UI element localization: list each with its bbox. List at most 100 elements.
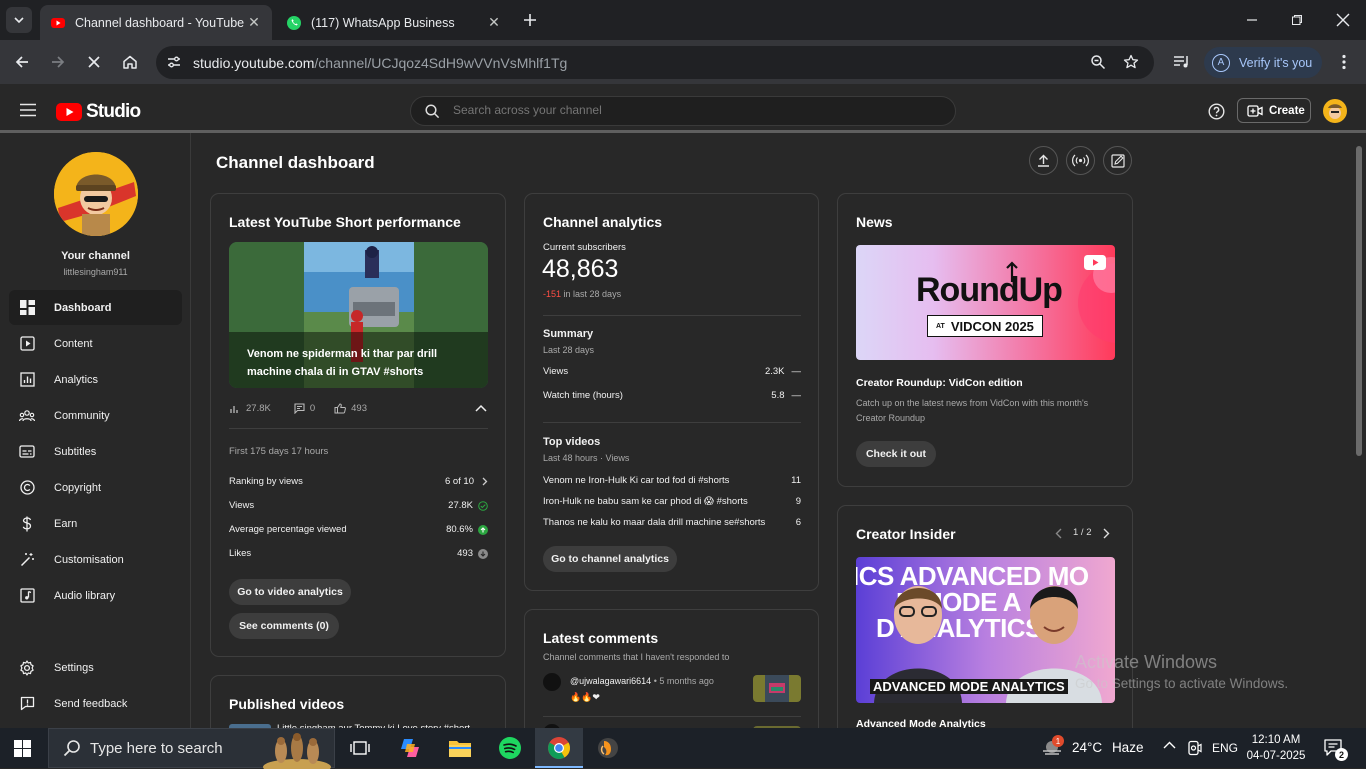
restore-icon <box>1292 15 1302 25</box>
comments-subtitle: Channel comments that I haven't responde… <box>543 652 730 662</box>
comment-video-thumbnail[interactable] <box>753 675 801 702</box>
sidebar-item-dashboard[interactable]: Dashboard <box>9 290 182 325</box>
sidebar-item-label: Customisation <box>54 553 124 566</box>
restore-window-button[interactable] <box>1287 10 1307 30</box>
spotify-button[interactable] <box>496 734 524 762</box>
check-it-out-button[interactable]: Check it out <box>856 441 936 467</box>
home-button[interactable] <box>120 52 140 72</box>
more-vertical-icon <box>1342 54 1346 70</box>
media-controls-button[interactable] <box>1172 52 1192 72</box>
help-button[interactable] <box>1208 103 1225 120</box>
chevron-right-icon[interactable] <box>482 477 488 486</box>
summary-period: Last 28 days <box>543 345 595 355</box>
like-icon <box>334 403 347 414</box>
weather-text[interactable]: 24°C Haze <box>1072 740 1143 755</box>
news-banner-event: VIDCON 2025 <box>950 318 1034 334</box>
zoom-icon[interactable] <box>1090 54 1106 70</box>
account-avatar[interactable] <box>1323 99 1347 123</box>
search-input[interactable] <box>453 103 933 117</box>
sidebar-item-label: Earn <box>54 517 78 530</box>
verify-label: Verify it's you <box>1239 55 1313 70</box>
sidebar-item-community[interactable]: Community <box>9 398 182 433</box>
metric-value: 6 of 10 <box>444 476 474 487</box>
sidebar-item-copyright[interactable]: Copyright <box>9 470 182 505</box>
views-bar-icon <box>230 405 238 413</box>
new-tab-button[interactable] <box>520 10 540 30</box>
news-banner-at: AT <box>936 322 945 330</box>
show-hidden-icons-button[interactable] <box>1163 741 1176 749</box>
sidebar-item-subtitles[interactable]: Subtitles <box>9 434 182 469</box>
create-post-button[interactable] <box>1103 146 1132 175</box>
comment-author[interactable]: @ujwalagawari6614 <box>570 676 651 686</box>
insider-prev-button[interactable] <box>1055 528 1062 539</box>
short-thumbnail[interactable]: Venom ne spiderman ki thar par drill mac… <box>229 242 488 388</box>
taskbar-search-box[interactable]: Type here to search <box>48 728 335 769</box>
short-metric-avg-viewed: Average percentage viewed 80.6% <box>229 524 488 535</box>
sidebar-item-settings[interactable]: Settings <box>9 650 182 685</box>
news-banner-headline: RoundUp <box>916 271 1063 309</box>
site-settings-icon[interactable] <box>166 54 182 70</box>
tab-search-button[interactable] <box>6 7 32 33</box>
clock[interactable]: 12:10 AM 04-07-2025 <box>1246 732 1306 764</box>
go-to-video-analytics-button[interactable]: Go to video analytics <box>229 579 351 605</box>
browser-tab-studio[interactable]: Channel dashboard - YouTube Studio ✕ <box>40 5 272 40</box>
hamburger-menu-button[interactable] <box>20 103 36 117</box>
top-video-row[interactable]: Iron-Hulk ne babu sam ke car phod di 😱 #… <box>543 496 801 507</box>
top-video-row[interactable]: Thanos ne kalu ko maar dala drill machin… <box>543 517 801 528</box>
stop-loading-button[interactable] <box>84 52 104 72</box>
channel-avatar[interactable] <box>54 152 138 236</box>
collapse-chevron-icon[interactable] <box>475 404 487 412</box>
short-likes: 493 <box>351 403 367 414</box>
summary-trend: — <box>791 366 802 377</box>
forward-button[interactable] <box>48 52 68 72</box>
subscribers-label: Current subscribers <box>543 242 626 253</box>
input-language[interactable]: ENG <box>1212 741 1238 755</box>
channel-search-box[interactable] <box>410 96 956 126</box>
sidebar-item-audio-library[interactable]: Audio library <box>9 578 182 613</box>
start-button[interactable] <box>14 740 31 757</box>
go-to-channel-analytics-button[interactable]: Go to channel analytics <box>543 546 677 572</box>
feedback-icon <box>19 696 35 712</box>
minimize-window-button[interactable] <box>1242 10 1262 30</box>
comment-text: 🔥🔥❤ <box>570 692 600 702</box>
bookmark-star-icon[interactable] <box>1123 54 1139 70</box>
page-scrollbar-thumb[interactable] <box>1356 146 1362 456</box>
commenter-avatar[interactable] <box>543 673 561 691</box>
task-view-button[interactable] <box>346 734 374 762</box>
create-button[interactable]: Create <box>1237 98 1311 123</box>
upload-video-button[interactable] <box>1029 146 1058 175</box>
copilot-button[interactable] <box>396 734 424 762</box>
subscribers-count: 48,863 <box>542 255 619 283</box>
top-video-title: Iron-Hulk ne babu sam ke car phod di 😱 #… <box>543 496 748 507</box>
close-tab-icon[interactable]: ✕ <box>246 14 262 31</box>
sidebar-item-send-feedback[interactable]: Send feedback <box>9 686 182 721</box>
comment-time: 5 months ago <box>659 676 714 686</box>
browser-menu-button[interactable] <box>1334 52 1354 72</box>
clock-time: 12:10 AM <box>1251 734 1301 746</box>
top-video-row[interactable]: Venom ne Iron-Hulk Ki car tod fod di #sh… <box>543 475 801 486</box>
insider-next-button[interactable] <box>1103 528 1110 539</box>
see-comments-button[interactable]: See comments (0) <box>229 613 339 639</box>
browser-tab-whatsapp[interactable]: (117) WhatsApp Business ✕ <box>276 5 512 40</box>
close-window-button[interactable] <box>1333 10 1353 30</box>
close-tab-icon[interactable]: ✕ <box>486 14 502 31</box>
short-period: First 175 days 17 hours <box>229 446 329 457</box>
go-live-button[interactable] <box>1066 146 1095 175</box>
chrome-button[interactable] <box>545 734 573 762</box>
address-bar[interactable]: studio.youtube.com/channel/UCJqoz4SdH9wV… <box>156 46 1154 79</box>
sidebar-item-earn[interactable]: Earn <box>9 506 182 541</box>
minimize-icon <box>1247 19 1257 21</box>
verify-identity-button[interactable]: A Verify it's you <box>1204 47 1322 78</box>
folder-icon <box>449 741 471 757</box>
news-headline[interactable]: Creator Roundup: VidCon edition <box>856 377 1023 389</box>
sidebar-item-content[interactable]: Content <box>9 326 182 361</box>
news-banner[interactable]: RoundUp AT VIDCON 2025 <box>856 245 1115 360</box>
comment-meta: @ujwalagawari6614 • 5 months ago <box>570 676 714 686</box>
back-button[interactable] <box>12 52 32 72</box>
camera-tray-icon[interactable] <box>1187 740 1203 756</box>
youtube-studio-logo[interactable]: Studio <box>56 101 141 123</box>
fl-studio-button[interactable] <box>594 734 622 762</box>
sidebar-item-customisation[interactable]: Customisation <box>9 542 182 577</box>
file-explorer-button[interactable] <box>446 734 474 762</box>
sidebar-item-analytics[interactable]: Analytics <box>9 362 182 397</box>
